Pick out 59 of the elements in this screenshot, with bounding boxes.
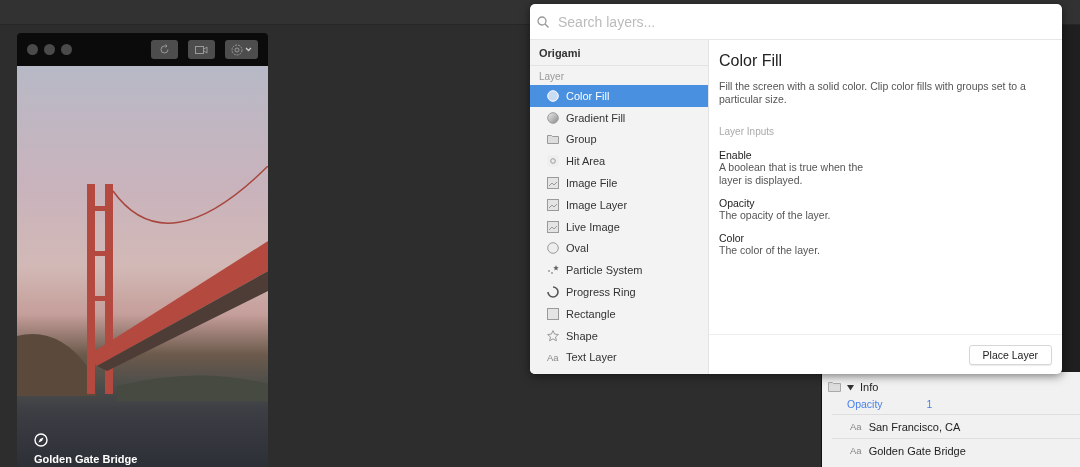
chevron-down-icon: [245, 47, 252, 52]
section-label: Layer: [538, 70, 565, 84]
layer-type-item[interactable]: Image File: [530, 172, 708, 194]
sparkle-icon: [547, 264, 559, 277]
input-name: Color: [719, 232, 746, 244]
library-name: Origami: [530, 40, 708, 66]
window-dot[interactable]: [44, 44, 55, 55]
star-icon: [547, 329, 559, 342]
layer-type-item[interactable]: Rectangle: [530, 302, 708, 325]
disclosure-triangle-icon[interactable]: [847, 383, 854, 391]
ring-icon: [547, 286, 559, 299]
layer-type-item[interactable]: Group: [530, 128, 708, 151]
video-camera-icon: [195, 44, 208, 55]
property-value[interactable]: 1: [926, 398, 933, 410]
layer-type-item[interactable]: Image Layer: [530, 194, 708, 216]
image-icon: [547, 177, 559, 190]
refresh-button[interactable]: [151, 40, 178, 59]
layer-type-item[interactable]: Gradient Fill: [530, 106, 708, 129]
settings-button[interactable]: [225, 40, 258, 59]
input-name: Opacity: [719, 197, 756, 209]
layer-type-item[interactable]: Live Image: [530, 215, 708, 238]
layer-type-item[interactable]: Oval: [530, 237, 708, 260]
detail-title: Color Fill: [719, 52, 784, 70]
circle-icon: [547, 89, 559, 102]
circle-icon: [547, 242, 559, 255]
text-layer-icon: Aa: [850, 421, 862, 432]
settings-icon: [231, 43, 243, 56]
square-icon: [547, 307, 559, 320]
detail-description: Fill the screen with a solid color. Clip color fills with groups set to a particular size.: [719, 80, 1027, 106]
layer-type-item[interactable]: Hit Area: [530, 150, 708, 173]
folder-icon: [828, 382, 841, 392]
layer-type-item[interactable]: Progress Ring: [530, 281, 708, 303]
image-icon: [547, 198, 559, 211]
photo-caption: Golden Gate Bridge: [34, 453, 138, 465]
window-dot[interactable]: [61, 44, 72, 55]
layer-name[interactable]: San Francisco, CA: [868, 420, 961, 433]
property-name: Opacity: [847, 398, 883, 410]
circle-icon: [547, 111, 559, 124]
inputs-heading: Layer Inputs: [719, 126, 776, 137]
search-icon: [537, 15, 549, 28]
text-layer-icon: Aa: [850, 445, 862, 456]
group-name[interactable]: Info: [860, 381, 879, 393]
layer-type-item[interactable]: Aa Text Layer: [530, 346, 708, 369]
window-dot[interactable]: [27, 44, 38, 55]
place-layer-button[interactable]: Place Layer: [968, 344, 1052, 365]
input-description: A boolean that is true when the layer is displayed.: [719, 161, 865, 187]
layer-name[interactable]: Golden Gate Bridge: [868, 444, 966, 457]
folder-icon: [547, 133, 559, 146]
video-button[interactable]: [188, 40, 215, 59]
image-icon: [547, 220, 559, 233]
search-field[interactable]: Search layers...: [556, 12, 1055, 31]
text-layer-icon: Aa: [547, 351, 559, 363]
input-description: The color of the layer.: [719, 244, 821, 257]
layer-type-item[interactable]: Particle System: [530, 259, 708, 282]
input-description: The opacity of the layer.: [719, 209, 832, 222]
input-name: Enable: [719, 149, 753, 161]
refresh-icon: [159, 44, 170, 55]
layer-type-item[interactable]: Shape: [530, 324, 708, 347]
compass-icon[interactable]: [34, 433, 48, 447]
